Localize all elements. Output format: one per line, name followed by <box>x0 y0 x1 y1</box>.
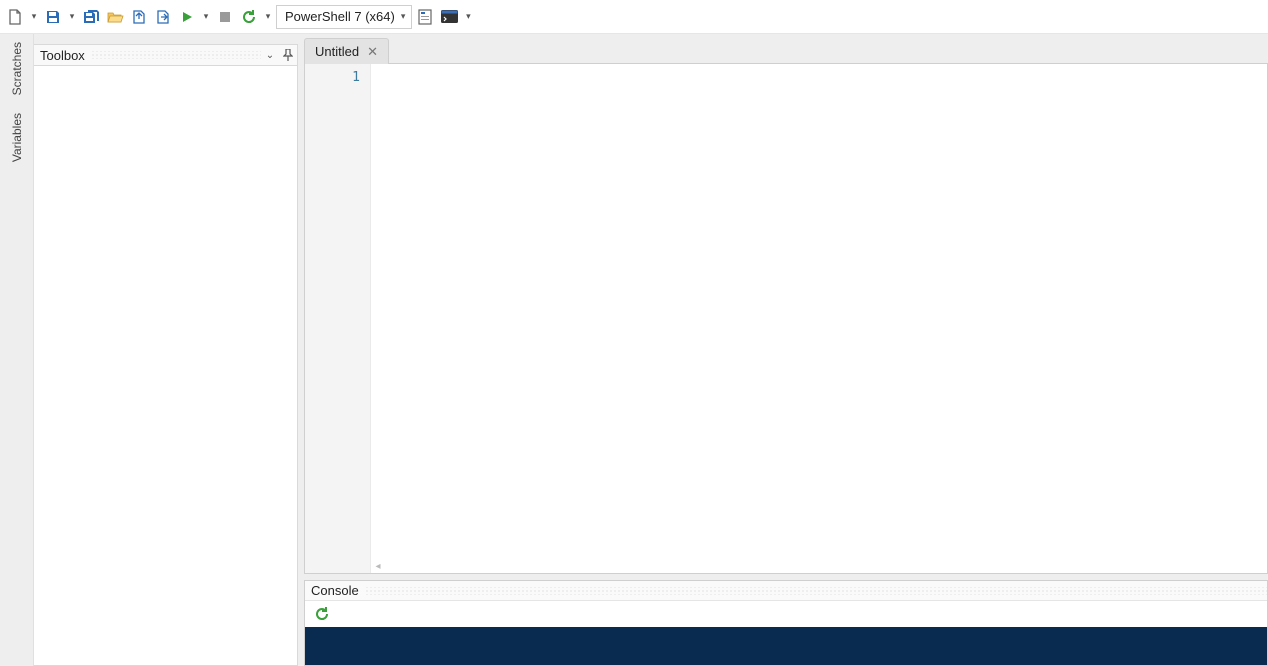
new-file-button[interactable] <box>4 6 26 28</box>
restart-button[interactable] <box>238 6 260 28</box>
terminal-button[interactable] <box>438 6 460 28</box>
side-tab-scratches[interactable]: Scratches <box>8 38 26 99</box>
toolbox-title: Toolbox <box>40 48 91 63</box>
scroll-left-icon[interactable]: ◂ <box>371 559 385 573</box>
console-toolbar <box>305 601 1267 627</box>
editor-body[interactable]: ◂ <box>371 64 1267 573</box>
console-header: Console <box>305 581 1267 601</box>
side-tabstrip: Scratches Variables <box>0 34 34 666</box>
runtime-selector[interactable]: PowerShell 7 (x64) ▾ <box>276 5 412 29</box>
toolbox-pin-button[interactable] <box>279 49 297 61</box>
side-tab-variables[interactable]: Variables <box>8 109 26 166</box>
save-all-button[interactable] <box>80 6 102 28</box>
line-number-gutter: 1 <box>305 64 371 573</box>
editor-tab-untitled[interactable]: Untitled ✕ <box>304 38 389 64</box>
restart-dropdown[interactable]: ▾ <box>262 11 274 22</box>
open-folder-button[interactable] <box>104 6 126 28</box>
editor-console-area: Untitled ✕ 1 ◂ Console <box>304 34 1268 666</box>
run-dropdown[interactable]: ▾ <box>200 11 212 22</box>
run-button[interactable] <box>176 6 198 28</box>
code-editor[interactable]: 1 ◂ <box>304 64 1268 574</box>
properties-button[interactable] <box>414 6 436 28</box>
chevron-down-icon: ▾ <box>401 11 408 22</box>
terminal-dropdown[interactable]: ▾ <box>462 11 474 22</box>
main-toolbar: ▾ ▾ ▾ ▾ PowerShell 7 (x64) ▾ ▾ <box>0 0 1268 34</box>
main-area: Scratches Variables Toolbox ⌄ Untitled ✕ <box>0 34 1268 666</box>
new-file-dropdown[interactable]: ▾ <box>28 11 40 22</box>
import-button[interactable] <box>128 6 150 28</box>
console-output[interactable] <box>305 627 1267 665</box>
console-title: Console <box>311 583 365 598</box>
editor-tabstrip: Untitled ✕ <box>304 34 1268 64</box>
line-number: 1 <box>305 70 360 85</box>
stop-button[interactable] <box>214 6 236 28</box>
console-panel: Console <box>304 580 1268 666</box>
close-icon[interactable]: ✕ <box>367 44 378 60</box>
toolbox-body <box>34 66 298 666</box>
export-button[interactable] <box>152 6 174 28</box>
toolbox-grip[interactable] <box>91 51 261 59</box>
save-button[interactable] <box>42 6 64 28</box>
toolbox-header: Toolbox ⌄ <box>34 44 298 66</box>
toolbox-panel: Toolbox ⌄ <box>34 34 298 666</box>
runtime-selector-label: PowerShell 7 (x64) <box>285 9 395 24</box>
toolbox-collapse-button[interactable]: ⌄ <box>261 50 279 61</box>
console-grip[interactable] <box>365 587 1267 595</box>
editor-tab-label: Untitled <box>315 44 359 59</box>
save-dropdown[interactable]: ▾ <box>66 11 78 22</box>
console-restart-button[interactable] <box>311 603 333 625</box>
